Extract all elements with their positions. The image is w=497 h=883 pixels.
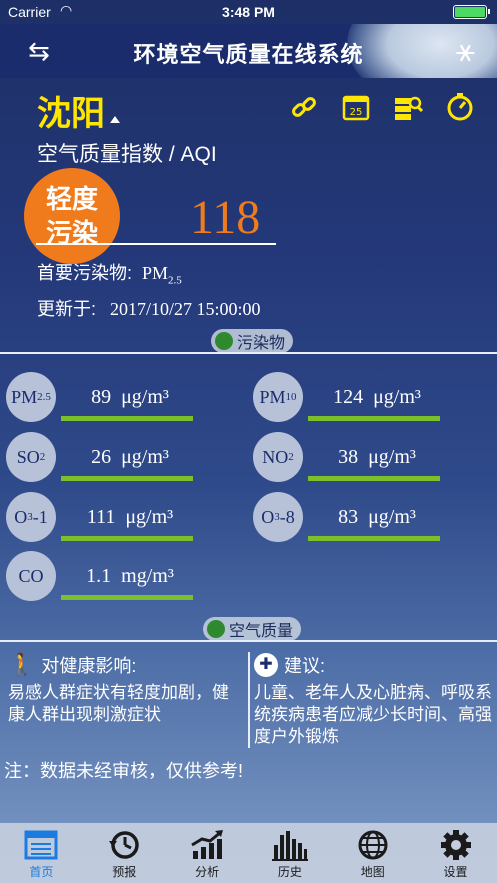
battery-icon	[453, 5, 490, 19]
earth-icon	[207, 620, 225, 638]
pollutant-underline	[308, 536, 440, 541]
pollutant-item: CO 1.1 mg/m³	[6, 551, 206, 603]
primary-pollutant-value: PM2.5	[142, 263, 182, 287]
pollutant-item: O 3 -1 111 μg/m³	[6, 492, 206, 544]
tab-history[interactable]: 历史	[248, 823, 331, 883]
tab-map[interactable]: 地图	[331, 823, 414, 883]
health-title: 对健康影响:	[41, 656, 137, 676]
pollutant-item: PM 10 124 μg/m³	[253, 372, 453, 424]
tab-settings[interactable]: 设置	[414, 823, 497, 883]
pollutant-item: O 3 -8 83 μg/m³	[253, 492, 453, 544]
pollutant-badge: SO 2	[6, 432, 56, 482]
pollutant-badge: PM 2.5	[6, 372, 56, 422]
tab-forecast[interactable]: 预报	[83, 823, 166, 883]
pollutant-value: 111 μg/m³	[86, 506, 174, 528]
primary-pollutant: 首要污染物: PM2.5	[37, 259, 182, 287]
primary-pollutant-label: 首要污染物:	[37, 263, 133, 283]
history-clock-icon	[106, 829, 142, 861]
bars-icon	[271, 829, 308, 861]
pollutant-underline	[61, 416, 193, 421]
update-time: 更新于: 2017/10/27 15:00:00	[37, 295, 261, 321]
pollutant-badge: PM 10	[253, 372, 303, 422]
pollutant-underline	[61, 536, 193, 541]
server-search-icon[interactable]	[393, 92, 424, 122]
top-toolbar: 25	[289, 92, 475, 122]
pollutant-value: 26 μg/m³	[91, 446, 169, 468]
earth-icon	[215, 332, 233, 350]
svg-text:25: 25	[350, 107, 363, 118]
pollutant-value: 1.1 mg/m³	[86, 565, 174, 587]
link-icon[interactable]	[289, 92, 319, 122]
pollutant-value: 38 μg/m³	[338, 446, 416, 468]
nurse-icon: ✚	[254, 653, 278, 677]
disclaimer-note: 注：数据未经审核，仅供参考!	[4, 761, 243, 781]
calendar-icon[interactable]: 25	[341, 92, 371, 122]
health-text: 易感人群症状有轻度加剧，健康人群出现刺激症状	[8, 683, 229, 724]
status-time: 3:48 PM	[222, 4, 275, 20]
aqi-label: 空气质量指数 / AQI	[37, 143, 217, 166]
pollutant-value: 124 μg/m³	[333, 386, 421, 408]
city-name[interactable]: 沈阳	[37, 86, 105, 135]
aqi-value: 118	[190, 191, 261, 244]
section-pollutants-pill: 污染物	[211, 329, 294, 353]
globe-icon	[355, 829, 391, 861]
health-advice-divider	[248, 652, 250, 748]
advice: ✚ 建议: 儿童、老年人及心脏病、呼吸系统疾病患者应减少长时间、高强度户外锻炼	[254, 652, 492, 748]
section-divider-top	[0, 352, 497, 354]
pollutant-underline	[61, 595, 193, 600]
pollutant-badge: O 3 -8	[253, 492, 303, 542]
pollutant-underline	[308, 476, 440, 481]
pollutant-badge: NO 2	[253, 432, 303, 482]
home-icon	[23, 829, 59, 861]
nav-bar: ⇆ 环境空气质量在线系统 ⚹	[0, 24, 497, 78]
walking-person-icon: 🚶	[8, 652, 36, 677]
health-impact: 🚶 对健康影响: 易感人群症状有轻度加剧，健康人群出现刺激症状	[8, 652, 244, 726]
city-dropdown-caret-icon[interactable]	[110, 116, 120, 123]
pollution-level-badge: 轻度 污染	[24, 168, 120, 264]
pollutant-item: SO 2 26 μg/m³	[6, 432, 206, 484]
pollutant-badge: CO	[6, 551, 56, 601]
section-divider-middle	[0, 640, 497, 642]
chart-up-icon	[189, 829, 225, 861]
advice-text: 儿童、老年人及心脏病、呼吸系统疾病患者应减少长时间、高强度户外锻炼	[254, 683, 492, 746]
wind-turbine-icon: ⚹	[455, 32, 475, 68]
gear-icon	[438, 829, 474, 861]
pollutant-underline	[61, 476, 193, 481]
aqi-divider	[36, 243, 276, 245]
update-time-label: 更新于:	[37, 299, 97, 319]
advice-title: 建议:	[284, 656, 326, 676]
section-quality-pill: 空气质量	[203, 617, 302, 641]
status-bar: Carrier ◠ 3:48 PM	[0, 0, 497, 24]
pollutant-underline	[308, 416, 440, 421]
gauge-icon[interactable]	[445, 92, 475, 122]
update-time-value: 2017/10/27 15:00:00	[110, 299, 261, 319]
tab-home[interactable]: 首页	[0, 823, 83, 883]
pollutant-value: 83 μg/m³	[338, 506, 416, 528]
tab-bar: 首页 预报 分析 历史 地图 设置	[0, 823, 497, 883]
pollutant-value: 89 μg/m³	[91, 386, 169, 408]
pollutant-item: PM 2.5 89 μg/m³	[6, 372, 206, 424]
pollutant-item: NO 2 38 μg/m³	[253, 432, 453, 484]
tab-analysis[interactable]: 分析	[166, 823, 249, 883]
pollutant-badge: O 3 -1	[6, 492, 56, 542]
level-line-1: 轻度	[45, 184, 98, 214]
app-title: 环境空气质量在线系统	[133, 42, 364, 67]
